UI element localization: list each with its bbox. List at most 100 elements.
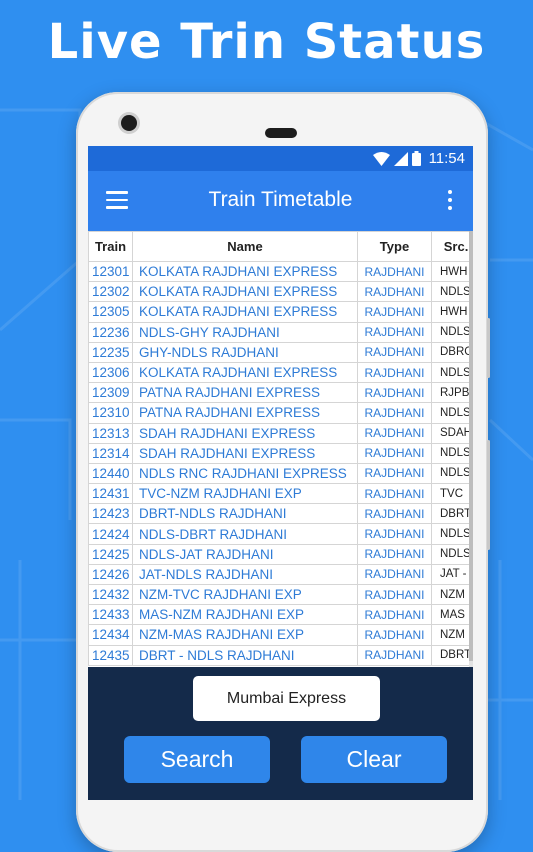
header-name[interactable]: Name (132, 231, 358, 262)
train-type-cell[interactable]: RAJDHANI (357, 321, 432, 343)
table-row[interactable]: 12425 NDLS-JAT RAJDHANI RAJDHANI NDLS (88, 543, 473, 565)
timetable[interactable]: Train Name Type Src. - 12301 KOLKATA RAJD… (88, 231, 473, 667)
scrollbar-track[interactable] (469, 231, 473, 667)
table-row[interactable]: 12310 PATNA RAJDHANI EXPRESS RAJDHANI NDLS (88, 402, 473, 424)
train-number-cell[interactable]: 12435 (88, 644, 133, 666)
table-row[interactable]: 12433 MAS-NZM RAJDHANI EXP RAJDHANI MAS (88, 604, 473, 626)
train-type-cell[interactable]: RAJDHANI (357, 462, 432, 485)
table-row[interactable]: 12426 JAT-NDLS RAJDHANI RAJDHANI JAT - (88, 563, 473, 586)
train-number-cell[interactable]: 12431 (88, 483, 133, 505)
train-name-cell[interactable]: KOLKATA RAJDHANI EXPRESS (132, 301, 358, 323)
train-number-cell[interactable]: 12424 (88, 523, 133, 545)
more-vert-icon[interactable] (448, 190, 453, 214)
table-row[interactable]: 12306 KOLKATA RAJDHANI EXPRESS RAJDHANI NDL… (88, 361, 473, 384)
train-name-cell[interactable]: KOLKATA RAJDHANI EXPRESS (132, 361, 358, 384)
train-type-cell[interactable]: RAJDHANI (357, 341, 432, 363)
app-screen: 11:54 Train Timetable Train Name Type Sr… (88, 146, 473, 800)
header-type[interactable]: Type (357, 231, 432, 262)
source-station-cell: JAT - (431, 563, 473, 586)
train-number-cell[interactable]: 12302 (88, 281, 133, 303)
train-number-cell[interactable]: 12433 (88, 604, 133, 626)
train-number-cell[interactable]: 12426 (88, 563, 133, 586)
train-type-cell[interactable]: RAJDHANI (357, 604, 432, 626)
train-type-cell[interactable]: RAJDHANI (357, 644, 432, 666)
train-name-cell[interactable]: PATNA RAJDHANI EXPRESS (132, 382, 358, 404)
table-row[interactable]: 12313 SDAH RAJDHANI EXPRESS RAJDHANI SDAH (88, 422, 473, 444)
train-type-cell[interactable]: RAJDHANI (357, 402, 432, 424)
table-row[interactable]: 12301 KOLKATA RAJDHANI EXPRESS RAJDHANI HWH (88, 260, 473, 283)
train-number-cell[interactable]: 12236 (88, 321, 133, 343)
train-number-cell[interactable]: 12305 (88, 301, 133, 323)
train-name-cell[interactable]: KOLKATA RAJDHANI EXPRESS (132, 260, 358, 283)
train-type-cell[interactable]: RAJDHANI (357, 624, 432, 646)
train-type-cell[interactable]: RAJDHANI (357, 301, 432, 323)
train-name-cell[interactable]: GHY-NDLS RAJDHANI (132, 341, 358, 363)
train-number-cell[interactable]: 12235 (88, 341, 133, 363)
train-type-cell[interactable]: RAJDHANI (357, 563, 432, 586)
train-search-input[interactable] (193, 676, 380, 721)
table-row[interactable]: 12309 PATNA RAJDHANI EXPRESS RAJDHANI RJPB (88, 382, 473, 404)
source-station-cell: NDLS (431, 523, 473, 545)
table-header-row: Train Name Type Src. - (88, 231, 473, 262)
table-row[interactable]: 12302 KOLKATA RAJDHANI EXPRESS RAJDHANI NDL… (88, 281, 473, 303)
train-type-cell[interactable]: RAJDHANI (357, 503, 432, 525)
train-type-cell[interactable]: RAJDHANI (357, 281, 432, 303)
train-name-cell[interactable]: SDAH RAJDHANI EXPRESS (132, 422, 358, 444)
train-name-cell[interactable]: DBRT-NDLS RAJDHANI (132, 503, 358, 525)
train-name-cell[interactable]: NDLS-JAT RAJDHANI (132, 543, 358, 565)
wifi-icon (372, 151, 390, 166)
table-row[interactable]: 12431 TVC-NZM RAJDHANI EXP RAJDHANI TVC (88, 483, 473, 505)
train-number-cell[interactable]: 12306 (88, 361, 133, 384)
train-type-cell[interactable]: RAJDHANI (357, 483, 432, 505)
train-type-cell[interactable]: RAJDHANI (357, 523, 432, 545)
train-number-cell[interactable]: 12434 (88, 624, 133, 646)
table-row[interactable]: 12236 NDLS-GHY RAJDHANI RAJDHANI NDLS (88, 321, 473, 343)
header-source[interactable]: Src. - (431, 231, 473, 262)
train-type-cell[interactable]: RAJDHANI (357, 543, 432, 565)
train-name-cell[interactable]: NZM-TVC RAJDHANI EXP (132, 583, 358, 606)
train-type-cell[interactable]: RAJDHANI (357, 442, 432, 464)
table-row[interactable]: 12424 NDLS-DBRT RAJDHANI RAJDHANI NDLS (88, 523, 473, 545)
table-row[interactable]: 12440 NDLS RNC RAJDHANI EXPRESS RAJDHANI ND… (88, 462, 473, 485)
search-panel: Search Clear (88, 667, 473, 800)
train-number-cell[interactable]: 12425 (88, 543, 133, 565)
train-name-cell[interactable]: SDAH RAJDHANI EXPRESS (132, 442, 358, 464)
train-name-cell[interactable]: TVC-NZM RAJDHANI EXP (132, 483, 358, 505)
scrollbar-thumb[interactable] (469, 231, 473, 661)
clear-button[interactable]: Clear (301, 736, 447, 783)
table-row[interactable]: 12314 SDAH RAJDHANI EXPRESS RAJDHANI NDLS (88, 442, 473, 464)
train-number-cell[interactable]: 12301 (88, 260, 133, 283)
train-type-cell[interactable]: RAJDHANI (357, 583, 432, 606)
train-name-cell[interactable]: NDLS RNC RAJDHANI EXPRESS (132, 462, 358, 485)
search-button[interactable]: Search (124, 736, 270, 783)
train-type-cell[interactable]: RAJDHANI (357, 382, 432, 404)
table-row[interactable]: 12435 DBRT - NDLS RAJDHANI RAJDHANI DBRT (88, 644, 473, 666)
train-name-cell[interactable]: NDLS-DBRT RAJDHANI (132, 523, 358, 545)
train-name-cell[interactable]: JAT-NDLS RAJDHANI (132, 563, 358, 586)
app-bar: Train Timetable (88, 171, 473, 231)
status-time: 11:54 (428, 150, 465, 167)
train-name-cell[interactable]: PATNA RAJDHANI EXPRESS (132, 402, 358, 424)
train-type-cell[interactable]: RAJDHANI (357, 422, 432, 444)
train-number-cell[interactable]: 12440 (88, 462, 133, 485)
source-station-cell: TVC (431, 483, 473, 505)
table-row[interactable]: 12235 GHY-NDLS RAJDHANI RAJDHANI DBRG (88, 341, 473, 363)
train-number-cell[interactable]: 12310 (88, 402, 133, 424)
train-name-cell[interactable]: NZM-MAS RAJDHANI EXP (132, 624, 358, 646)
train-number-cell[interactable]: 12309 (88, 382, 133, 404)
train-number-cell[interactable]: 12313 (88, 422, 133, 444)
train-name-cell[interactable]: DBRT - NDLS RAJDHANI (132, 644, 358, 666)
train-name-cell[interactable]: KOLKATA RAJDHANI EXPRESS (132, 281, 358, 303)
train-type-cell[interactable]: RAJDHANI (357, 361, 432, 384)
table-row[interactable]: 12305 KOLKATA RAJDHANI EXPRESS RAJDHANI HWH (88, 301, 473, 323)
table-row[interactable]: 12423 DBRT-NDLS RAJDHANI RAJDHANI DBRT (88, 503, 473, 525)
train-type-cell[interactable]: RAJDHANI (357, 260, 432, 283)
table-row[interactable]: 12434 NZM-MAS RAJDHANI EXP RAJDHANI NZM (88, 624, 473, 646)
table-row[interactable]: 12432 NZM-TVC RAJDHANI EXP RAJDHANI NZM (88, 583, 473, 606)
train-name-cell[interactable]: MAS-NZM RAJDHANI EXP (132, 604, 358, 626)
train-name-cell[interactable]: NDLS-GHY RAJDHANI (132, 321, 358, 343)
train-number-cell[interactable]: 12423 (88, 503, 133, 525)
train-number-cell[interactable]: 12432 (88, 583, 133, 606)
train-number-cell[interactable]: 12314 (88, 442, 133, 464)
header-train[interactable]: Train (88, 231, 133, 262)
